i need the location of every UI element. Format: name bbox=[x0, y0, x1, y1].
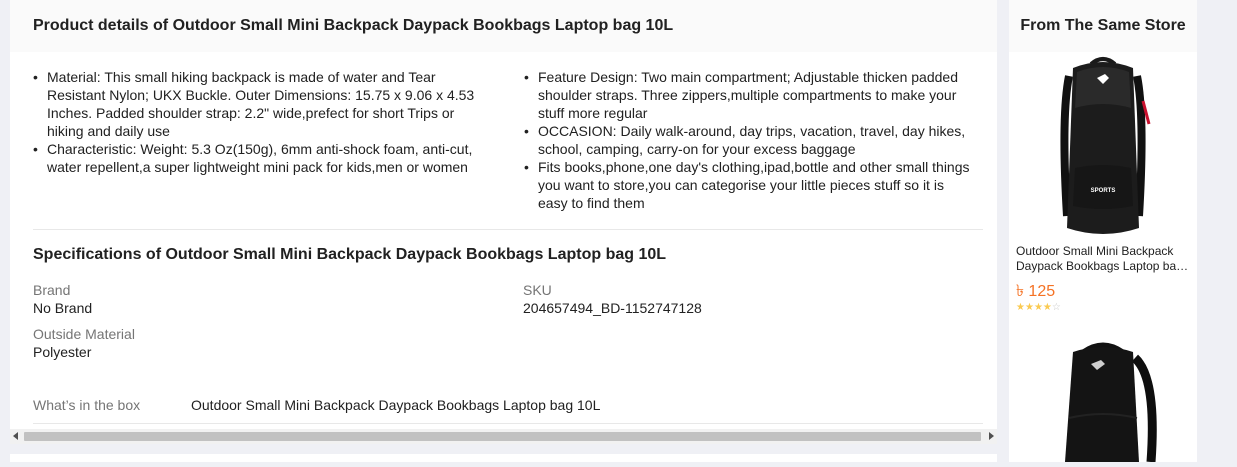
star-full-icon: ★ bbox=[1042, 302, 1052, 313]
star-half-icon: ☆ bbox=[1051, 302, 1061, 313]
section-divider bbox=[33, 423, 983, 424]
product-name-line2[interactable]: Daypack Bookbags Laptop bag 10L bbox=[1016, 259, 1192, 274]
star-full-icon: ★ bbox=[1016, 302, 1025, 313]
product-name[interactable]: Outdoor Small Mini Backpack Daypack Book… bbox=[1016, 244, 1192, 274]
star-full-icon: ★ bbox=[1033, 302, 1043, 313]
description-item: OCCASION: Daily walk-around, day trips, … bbox=[524, 122, 974, 158]
product-price: ৳ 125 bbox=[1016, 283, 1056, 300]
next-section bbox=[10, 454, 997, 462]
description-item: Fits books,phone,one day's clothing,ipad… bbox=[524, 158, 974, 212]
product-details-panel: Product details of Outdoor Small Mini Ba… bbox=[10, 0, 997, 430]
product-image[interactable] bbox=[1039, 338, 1167, 463]
description-column-right: Feature Design: Two main compartment; Ad… bbox=[524, 68, 974, 212]
product-name-line1[interactable]: Outdoor Small Mini Backpack bbox=[1016, 244, 1192, 259]
description-item: Characteristic: Weight: 5.3 Oz(150g), 6m… bbox=[33, 140, 483, 176]
box-contents-label: What’s in the box bbox=[33, 397, 141, 413]
spec-material-value: Polyester bbox=[33, 344, 92, 360]
spec-brand-label: Brand bbox=[33, 282, 71, 298]
scrollbar-thumb[interactable] bbox=[24, 432, 981, 441]
product-details-header: Product details of Outdoor Small Mini Ba… bbox=[10, 0, 997, 52]
horizontal-scrollbar[interactable] bbox=[10, 429, 997, 444]
product-image[interactable]: SPORTS bbox=[1039, 56, 1167, 240]
same-store-title: From The Same Store bbox=[1009, 0, 1197, 52]
specifications-title: Specifications of Outdoor Small Mini Bac… bbox=[33, 246, 667, 263]
description-item: Feature Design: Two main compartment; Ad… bbox=[524, 68, 974, 122]
spec-sku-label: SKU bbox=[523, 282, 552, 298]
section-divider bbox=[33, 229, 983, 230]
spec-brand-value: No Brand bbox=[33, 300, 93, 316]
scroll-left-arrow-icon[interactable] bbox=[13, 432, 18, 440]
description-item: Material: This small hiking backpack is … bbox=[33, 68, 483, 140]
description-column-left: Material: This small hiking backpack is … bbox=[33, 68, 483, 176]
product-details-title: Product details of Outdoor Small Mini Ba… bbox=[33, 17, 674, 34]
spec-sku-value: 204657494_BD-1152747128 bbox=[523, 300, 702, 316]
same-store-panel: From The Same Store SPORTS Outdoor Small… bbox=[1009, 0, 1197, 463]
page-margin bbox=[1197, 0, 1237, 462]
scroll-right-arrow-icon[interactable] bbox=[989, 432, 994, 440]
rating-stars: ★★★★☆ bbox=[1016, 302, 1061, 313]
product-image-text: SPORTS bbox=[1091, 188, 1116, 194]
product-description: Material: This small hiking backpack is … bbox=[10, 52, 997, 230]
star-full-icon: ★ bbox=[1024, 302, 1034, 313]
box-contents-value: Outdoor Small Mini Backpack Daypack Book… bbox=[191, 397, 601, 413]
spec-material-label: Outside Material bbox=[33, 326, 135, 342]
